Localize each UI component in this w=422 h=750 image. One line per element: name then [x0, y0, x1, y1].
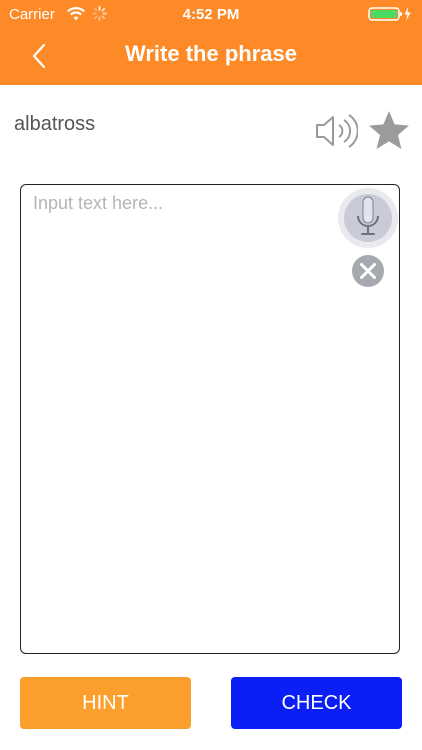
speaker-icon: [316, 114, 359, 148]
page-title: Write the phrase: [125, 41, 297, 66]
battery-icon: [368, 7, 411, 21]
status-time: 4:52 PM: [182, 6, 240, 23]
check-button[interactable]: CHECK: [231, 677, 402, 729]
status-bar: Carrier 4:52 PM: [0, 0, 422, 30]
phrase-text: albatross: [14, 113, 96, 135]
answer-input-box: [20, 184, 400, 654]
star-icon: [369, 111, 409, 149]
nav-header: Carrier 4:52 PM Write the phrase: [0, 0, 422, 85]
speak-button[interactable]: [314, 111, 359, 151]
voice-input-button[interactable]: [338, 188, 398, 248]
clear-input-button[interactable]: [351, 254, 385, 288]
hint-button[interactable]: HINT: [20, 677, 191, 729]
microphone-icon: [338, 188, 398, 248]
clear-icon: [352, 255, 384, 287]
answer-input[interactable]: [33, 193, 333, 633]
favorite-button[interactable]: [366, 108, 412, 154]
